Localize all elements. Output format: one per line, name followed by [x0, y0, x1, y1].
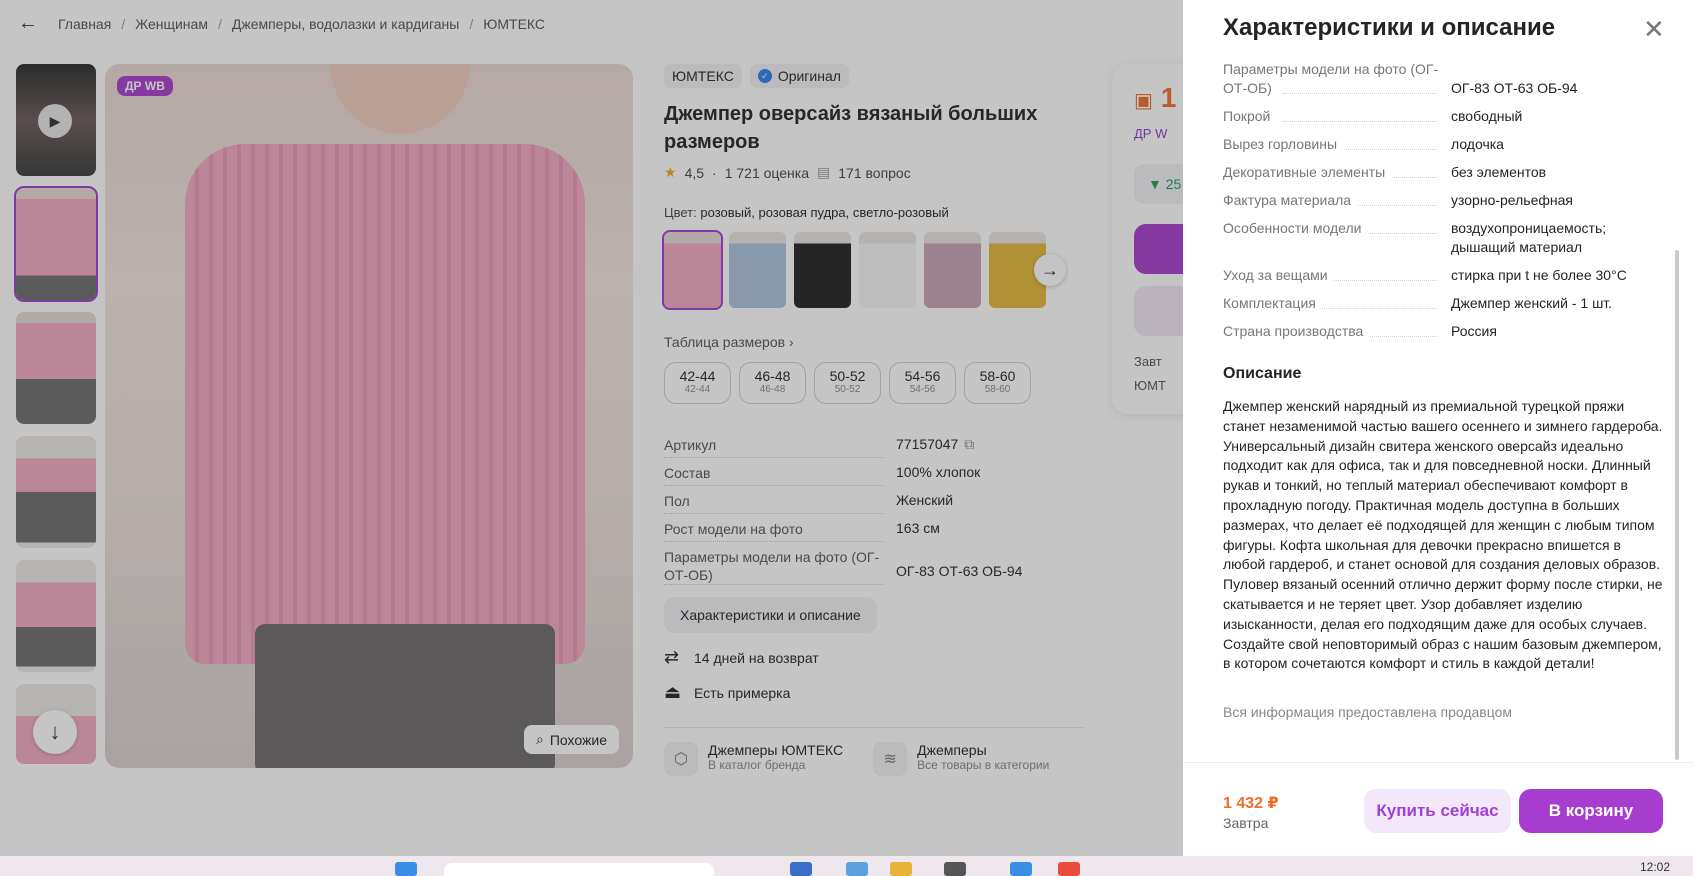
seller-note: Вся информация предоставлена продавцом [1223, 704, 1513, 721]
taskbar-clock[interactable]: 12:02 [1640, 860, 1670, 874]
param-row: Покрой свободный [1223, 108, 1523, 124]
description-heading: Описание [1223, 365, 1302, 382]
app-icon[interactable] [890, 862, 912, 876]
app-icon[interactable] [1058, 862, 1080, 876]
app-icon[interactable] [1010, 862, 1032, 876]
app-icon[interactable] [846, 862, 868, 876]
footer-price: 1 432 ₽ [1223, 795, 1279, 812]
panel-footer: 1 432 ₽ Завтра Купить сейчас В корзину [1183, 762, 1693, 856]
modal-overlay[interactable] [0, 0, 1183, 856]
param-row: Страна производства Россия [1223, 323, 1497, 339]
param-row: Фактура материала узорно-рельефная [1223, 192, 1573, 208]
app-icon[interactable] [790, 862, 812, 876]
param-row: Параметры модели на фото (ОГ-ОТ-ОБ) ОГ-83… [1223, 61, 1578, 96]
taskbar-search[interactable] [444, 863, 714, 876]
param-row: Декоративные элементы без элементов [1223, 164, 1547, 180]
param-row: Уход за вещами стирка при t не более 30°C [1223, 267, 1627, 283]
panel-title: Характеристики и описание [1223, 14, 1556, 41]
buy-now-button[interactable]: Купить сейчас [1364, 789, 1511, 833]
description-text: Джемпер женский нарядный из премиальной … [1223, 398, 1663, 672]
panel-body: Параметры модели на фото (ОГ-ОТ-ОБ) ОГ-83… [1223, 60, 1663, 760]
panel-scrollbar[interactable] [1675, 250, 1679, 760]
app-icon[interactable] [944, 862, 966, 876]
add-to-cart-button[interactable]: В корзину [1519, 789, 1663, 833]
taskbar: 12:02 [0, 856, 1693, 876]
param-row: Вырез горловины лодочка [1223, 136, 1504, 152]
close-icon[interactable]: ✕ [1643, 16, 1665, 42]
footer-delivery: Завтра [1223, 815, 1269, 831]
param-row: Комплектация Джемпер женский - 1 шт. [1223, 295, 1613, 311]
param-row: Особенности модели воздухопроницаемость; … [1223, 220, 1607, 255]
characteristics-panel: Характеристики и описание ✕ Параметры мо… [1183, 0, 1693, 856]
windows-start-icon[interactable] [395, 862, 417, 876]
